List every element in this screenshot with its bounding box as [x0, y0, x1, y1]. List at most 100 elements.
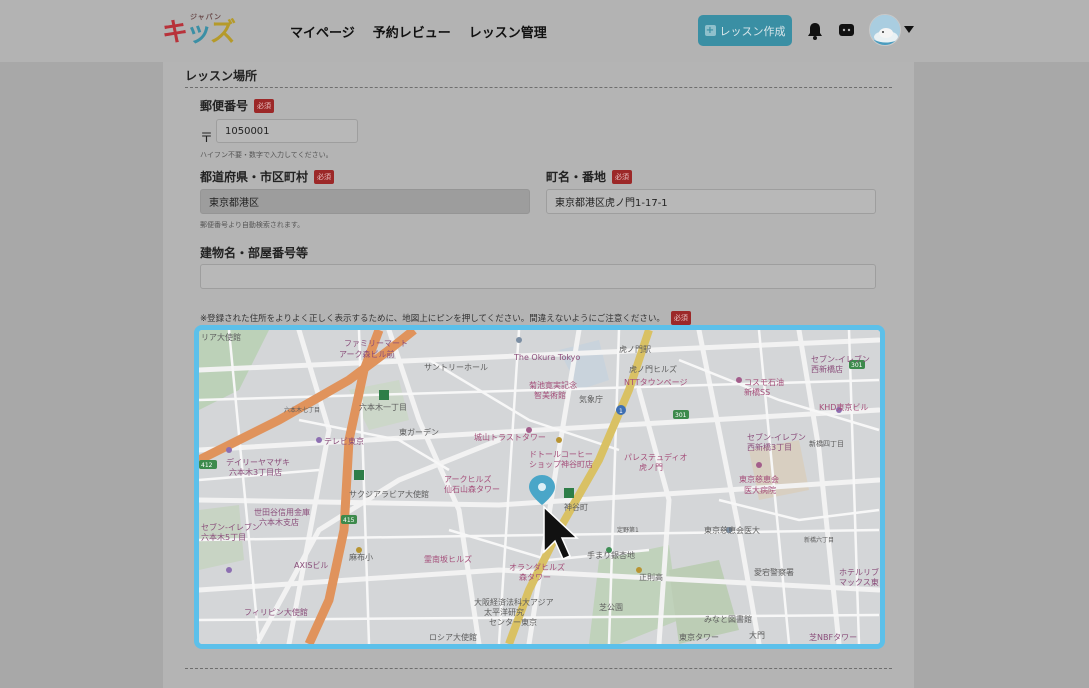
map-label: 新橋SS: [744, 387, 770, 397]
road-number: 301: [851, 362, 863, 369]
map-label: ロシア大使館: [429, 632, 477, 642]
road-number: 412: [201, 462, 213, 469]
required-badge: 必須: [612, 169, 633, 184]
map-label: 大阪経済法科大アジア: [474, 597, 554, 607]
map-label: 大門: [749, 630, 765, 640]
bell-icon[interactable]: [807, 22, 823, 40]
nav-booking-review[interactable]: 予約レビュー: [373, 22, 451, 41]
map-label: 東京タワー: [679, 632, 719, 642]
map-label: パレステュディオ: [624, 452, 687, 462]
map-label: フィリピン大使館: [244, 607, 308, 617]
map-label: セブン-イレブン: [747, 432, 806, 442]
map-label: コスモ石油: [744, 377, 784, 387]
map-label: オランダヒルズ: [509, 562, 565, 572]
user-avatar[interactable]: [869, 14, 901, 46]
map-label: 芝公園: [599, 602, 623, 612]
map-label: 太平洋研究: [484, 607, 524, 617]
street-input[interactable]: 東京都港区虎ノ門1-17-1: [546, 189, 876, 214]
map-label: 城山トラストタワー: [474, 432, 546, 442]
road-number: 301: [675, 412, 687, 419]
postal-mark: 〒: [200, 131, 214, 146]
create-lesson-button[interactable]: + レッスン作成: [698, 15, 792, 46]
map-label: テレビ東京: [324, 436, 364, 446]
map-label: 菊池寛実記念: [529, 380, 577, 390]
prefecture-hint: 郵便番号より自動検索されます。: [200, 221, 305, 229]
map-label: ホテルリブ: [839, 567, 879, 577]
street-label: 町名・番地 必須: [546, 168, 633, 185]
logo-text: キッズ: [162, 18, 236, 48]
map-label: 六本木七丁目: [284, 406, 320, 414]
plus-icon: +: [704, 25, 716, 36]
map-notice: ※登録された住所をよりよく正しく表示するために、地図上にピンを押してください。間…: [200, 311, 691, 325]
map-label: 東京慈恵会医大: [704, 525, 760, 535]
map-label: KHD東京ビル: [819, 402, 868, 412]
map-label: 森タワー: [519, 572, 551, 582]
map-label: マックス東: [839, 577, 879, 587]
map-label: 六本木支店: [259, 517, 299, 527]
map-label: 六本木3丁目店: [229, 467, 282, 477]
map-label: ファミリーマート: [344, 339, 408, 348]
map-label: 東京慈恵会: [739, 474, 779, 484]
map-label: 虎ノ門ヒルズ: [629, 364, 677, 374]
map-label: 虎ノ門: [639, 462, 663, 472]
map-label: デイリーヤマザキ: [226, 457, 290, 467]
map-label: 神谷町: [564, 502, 588, 512]
map-label: 芝NBFタワー: [809, 632, 857, 642]
required-badge: 必須: [254, 98, 275, 113]
map-label: みなと図書館: [704, 614, 752, 624]
map-label: ドトールコーヒー: [529, 450, 593, 459]
postal-label: 郵便番号 必須: [200, 97, 275, 114]
map-label: 定野第1: [617, 526, 639, 534]
bottom-divider: [185, 668, 892, 669]
map-label: NTTタウンページ: [624, 378, 687, 387]
top-header: ジャパン キッズ マイページ 予約レビュー レッスン管理 + レッスン作成: [0, 0, 1089, 62]
map-label: 霊南坂ヒルズ: [424, 554, 472, 564]
map-label: 六本木5丁目: [201, 532, 246, 542]
map-label: ショップ神谷町店: [529, 459, 593, 469]
map-label: 東ガーデン: [399, 427, 439, 437]
required-badge: 必須: [314, 169, 335, 184]
map-label: 虎ノ門駅: [619, 344, 651, 354]
chat-icon[interactable]: [838, 23, 855, 38]
main-nav: マイページ 予約レビュー レッスン管理: [290, 22, 547, 41]
map-label: サントリーホール: [424, 363, 488, 372]
map-label: サクジアラビア大使館: [349, 489, 429, 499]
map-label: 麻布小: [349, 552, 373, 562]
map-label: 正則高: [639, 572, 663, 582]
map-label: 医大病院: [744, 485, 776, 495]
map-label: セブン-イレブン: [201, 522, 260, 532]
building-input[interactable]: [200, 264, 876, 289]
road-number: 415: [343, 517, 355, 524]
prefecture-input: 東京都港区: [200, 189, 530, 214]
map-label: 世田谷信用金庫: [254, 507, 310, 517]
postal-input[interactable]: 1050001: [216, 119, 358, 143]
map-label: 智美術館: [534, 390, 566, 400]
nav-mypage[interactable]: マイページ: [290, 22, 355, 41]
map-label: センター東京: [489, 617, 537, 627]
section-divider: [185, 87, 892, 88]
map-label: 新橋六丁目: [804, 536, 834, 544]
map-picker[interactable]: リア大使館 ファミリーマート アーク森ビル前 サントリーホール The Okur…: [194, 325, 885, 649]
map-label: The Okura Tokyo: [513, 353, 580, 362]
site-logo[interactable]: ジャパン キッズ: [162, 12, 240, 48]
prefecture-label: 都道府県・市区町村 必須: [200, 168, 335, 185]
required-badge: 必須: [670, 311, 691, 325]
map-label: リア大使館: [201, 332, 241, 342]
map-label: AXISビル: [294, 561, 328, 570]
map-label: 手まり銀杏地: [587, 550, 635, 560]
map-label: 新橋四丁目: [809, 439, 844, 448]
map-label: 西新橋店: [811, 364, 843, 374]
building-label: 建物名・部屋番号等: [200, 246, 309, 260]
create-lesson-label: レッスン作成: [719, 24, 786, 38]
map-canvas[interactable]: リア大使館 ファミリーマート アーク森ビル前 サントリーホール The Okur…: [199, 330, 880, 644]
map-label: アークヒルズ: [444, 474, 492, 484]
map-label: 六本木一丁目: [359, 402, 407, 412]
map-label: 西新橋3丁目: [747, 442, 792, 452]
map-label: 気象庁: [579, 394, 603, 404]
map-label: 愛宕警察署: [754, 567, 794, 577]
chevron-down-icon[interactable]: [904, 26, 914, 33]
section-title: レッスン場所: [185, 69, 258, 83]
map-label: 仙石山森タワー: [444, 484, 500, 494]
nav-lesson-manage[interactable]: レッスン管理: [469, 22, 547, 41]
postal-hint: ハイフン不要・数字で入力してください。: [200, 151, 333, 159]
